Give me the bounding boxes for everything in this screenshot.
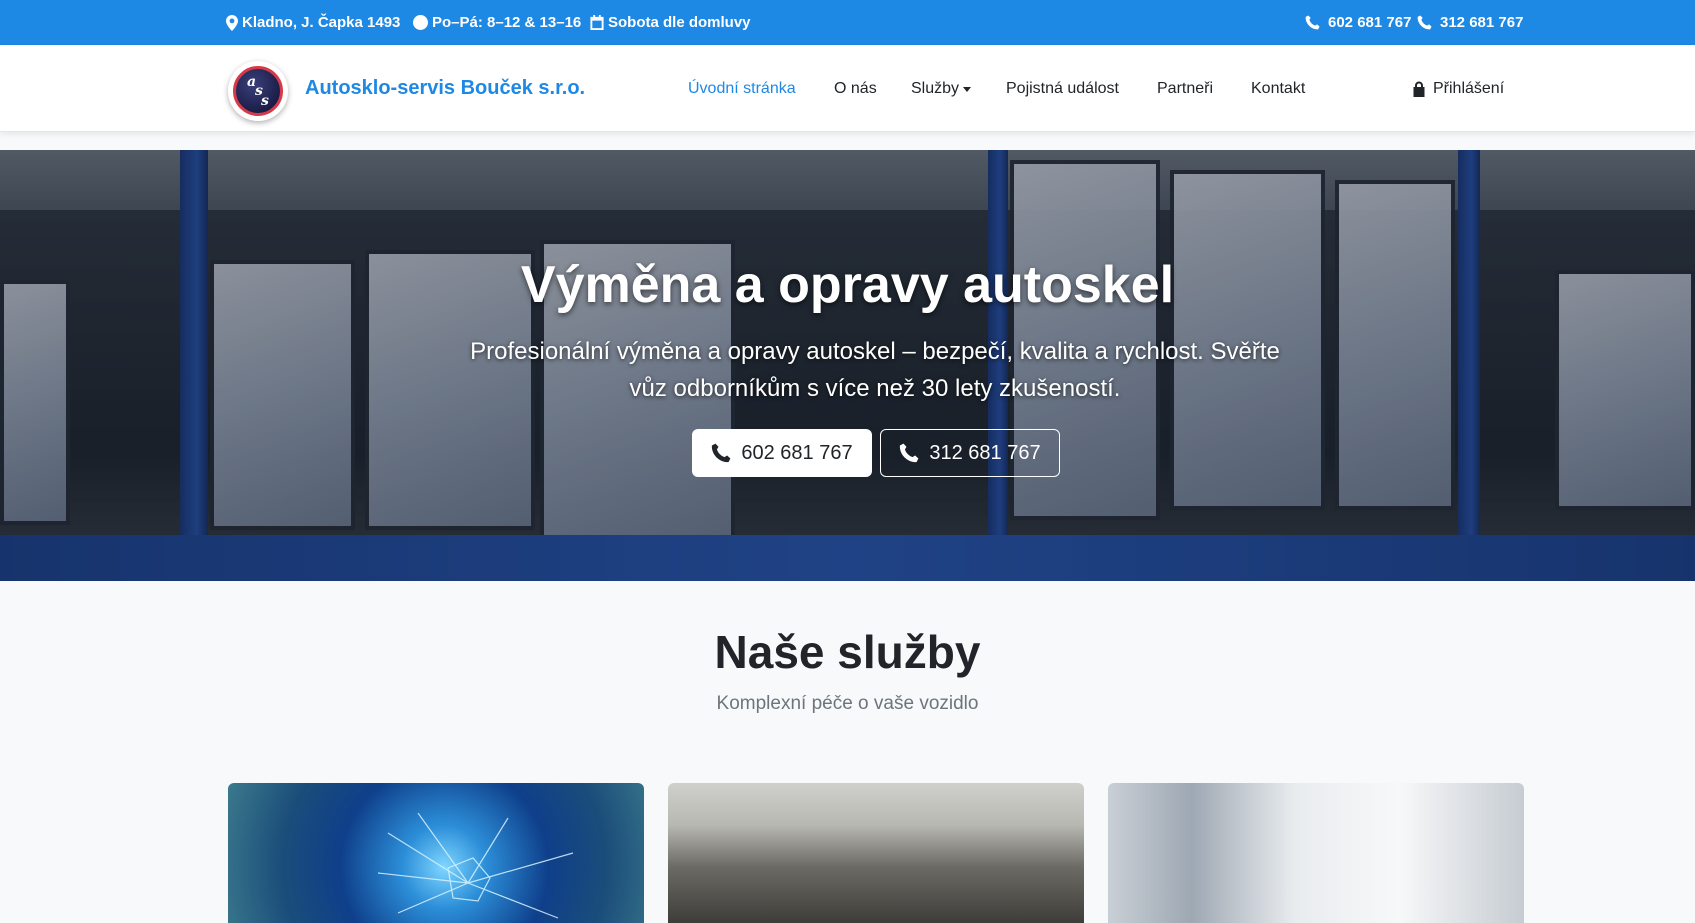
hours-info: Po–Pá: 8–12 & 13–16 [413,0,581,45]
nav-item-insurance[interactable]: Pojistná událost [1006,45,1119,132]
chevron-down-icon [963,87,972,92]
company-logo[interactable]: a s s [228,61,288,121]
saturday-text: Sobota dle domluvy [608,14,751,31]
nav-item-services[interactable]: Služby [911,45,972,132]
hours-text: Po–Pá: 8–12 & 13–16 [432,14,582,31]
service-card-image-towbar[interactable] [668,783,1084,923]
phone-icon [712,443,731,463]
main-navbar: a s s Autosklo-servis Bouček s.r.o. Úvod… [0,45,1695,132]
login-label: Přihlášení [1433,79,1505,97]
cracked-glass-graphic [378,813,574,919]
services-subtitle: Komplexní péče o vaše vozidlo [716,693,979,714]
hero-banner: Výměna a opravy autoskel Profesionální v… [0,150,1695,581]
calendar-icon [590,15,604,30]
saturday-info: Sobota dle domluvy [590,0,751,45]
top-bar: Kladno, J. Čapka 1493 Po–Pá: 8–12 & 13–1… [0,0,1695,45]
hero-title: Výměna a opravy autoskel [520,256,1175,314]
map-marker-icon [226,14,238,31]
service-card-image-glass[interactable] [228,783,644,923]
address-text: Kladno, J. Čapka 1493 [242,14,401,31]
service-card-image-car[interactable] [1108,783,1524,923]
services-title: Naše služby [714,626,981,678]
phone-text-1: 602 681 767 [1328,14,1412,31]
phone-icon [1305,15,1320,30]
clock-icon [413,15,428,30]
phone-icon [1417,15,1432,30]
address-info: Kladno, J. Čapka 1493 [226,0,400,45]
phone-icon [900,443,919,463]
phone-link-1[interactable]: 602 681 767 [1305,0,1411,45]
call-button-2-label: 312 681 767 [929,441,1041,464]
phone-link-2[interactable]: 312 681 767 [1417,0,1523,45]
call-button-2[interactable]: 312 681 767 [880,429,1060,477]
lock-icon [1413,81,1425,97]
phone-text-2: 312 681 767 [1440,14,1524,31]
nav-item-partners[interactable]: Partneři [1157,45,1213,132]
nav-item-about[interactable]: O nás [834,45,877,132]
hero-subtitle: Profesionální výměna a opravy autoskel –… [470,338,1280,402]
nav-item-home[interactable]: Úvodní stránka [688,45,796,132]
logo-emblem: a s s [233,66,283,116]
nav-item-services-label: Služby [911,79,960,97]
login-link[interactable]: Přihlášení [1412,45,1504,132]
brand-name[interactable]: Autosklo-servis Bouček s.r.o. [305,45,585,132]
call-button-1-label: 602 681 767 [741,441,853,464]
nav-item-contact[interactable]: Kontakt [1251,45,1305,132]
call-button-1[interactable]: 602 681 767 [692,429,872,477]
